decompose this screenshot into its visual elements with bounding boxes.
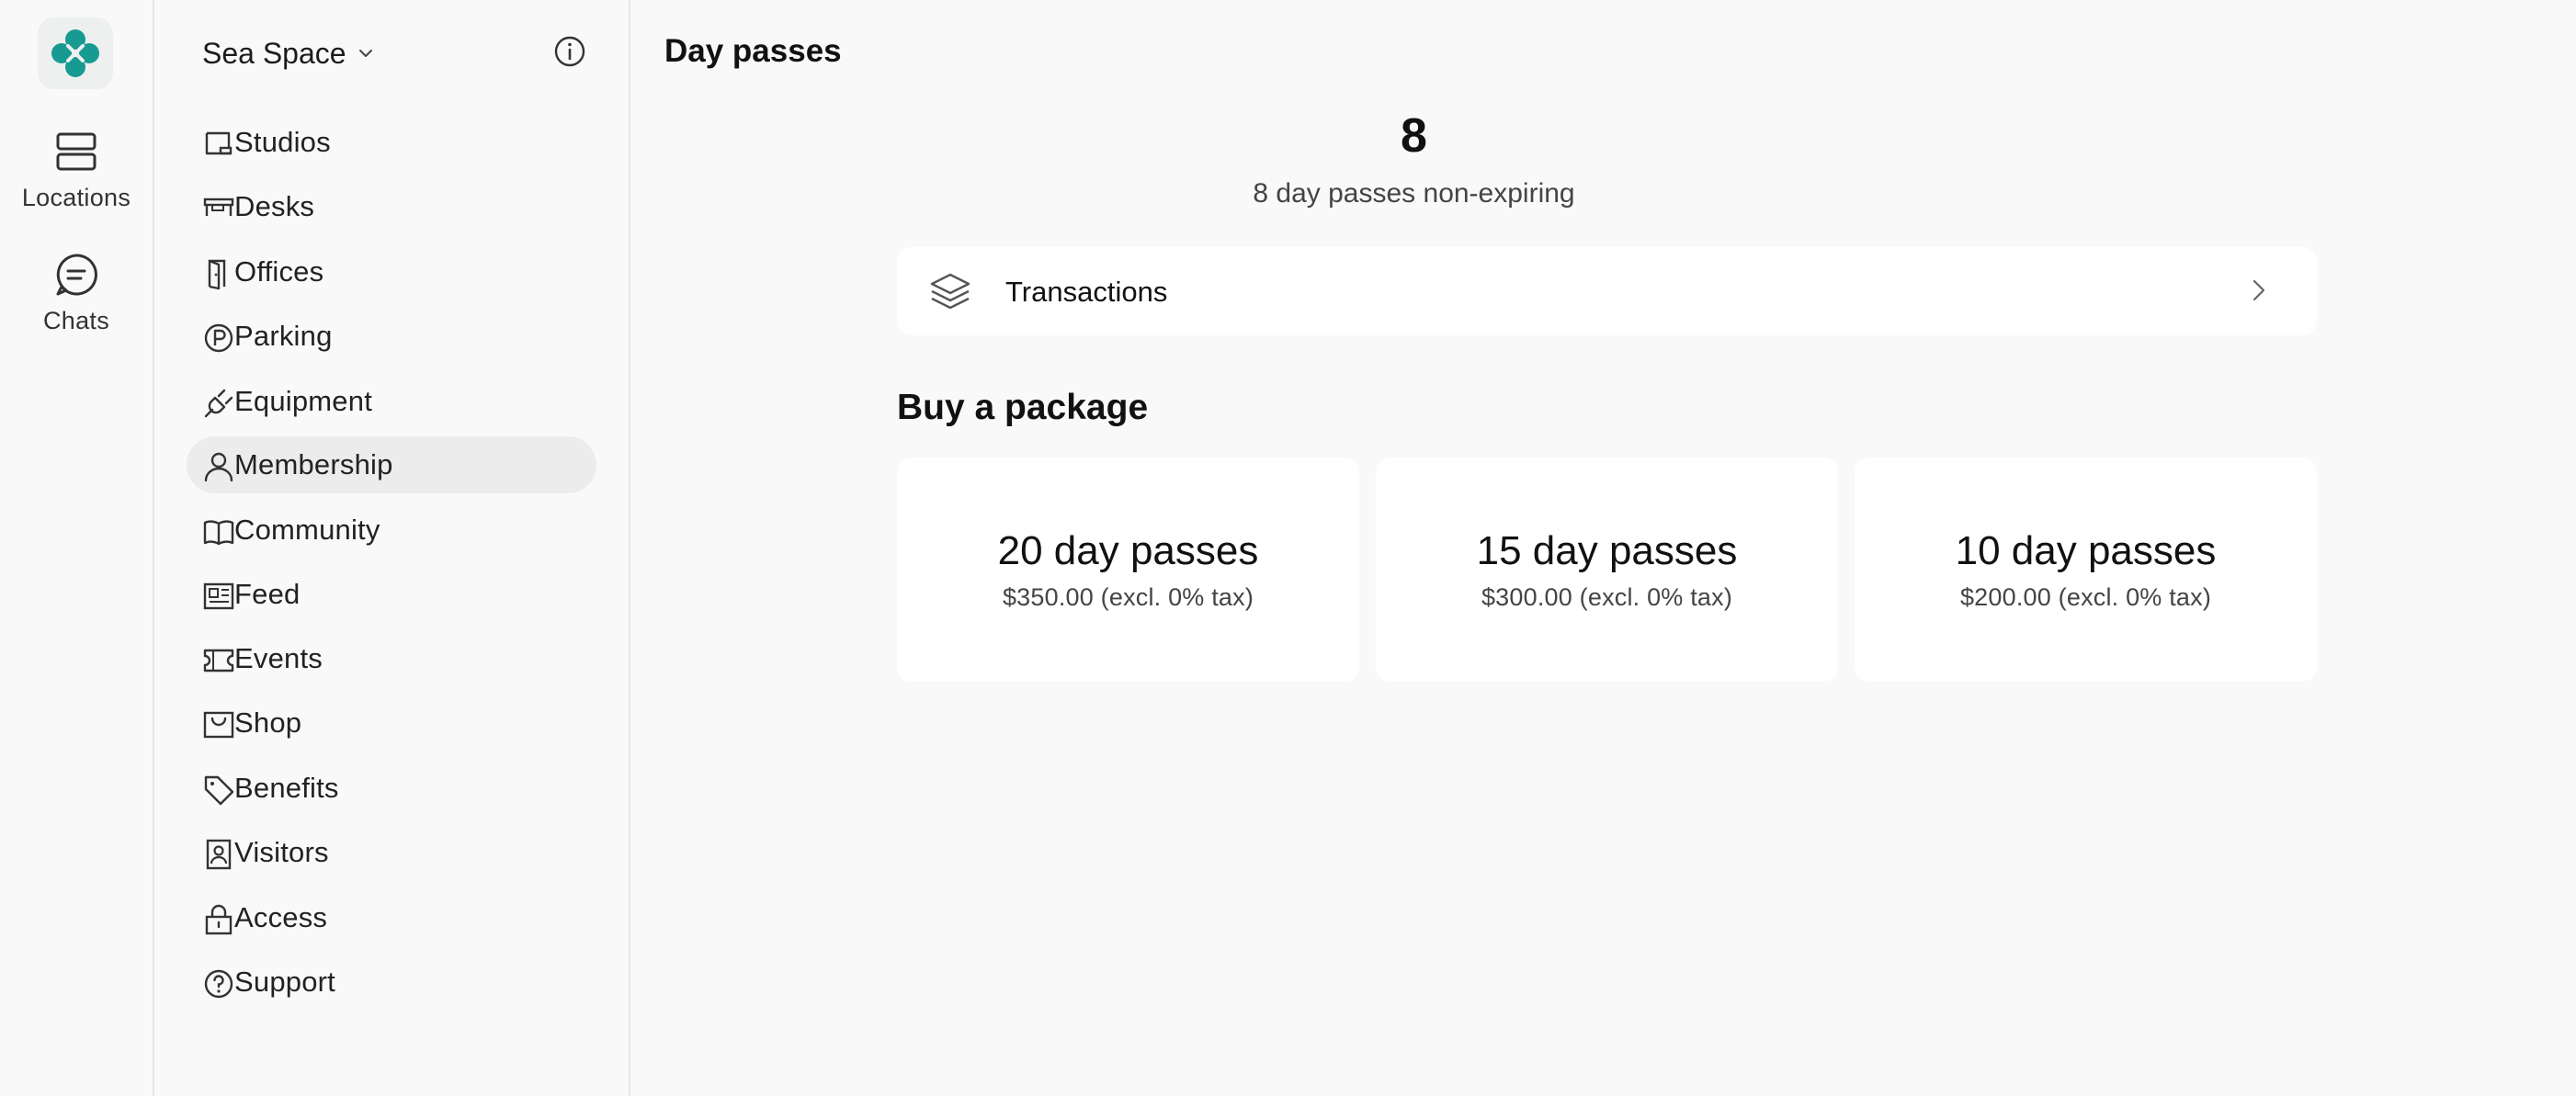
lock-icon [205,904,233,935]
pass-balance-count: 8 [1401,109,1427,163]
person-icon [204,452,233,482]
door-icon [208,259,226,290]
parking-icon [204,323,233,353]
rail-item-chats[interactable]: Chats [0,252,153,335]
brand-logo-icon [51,29,99,77]
rail-item-locations[interactable]: Locations [0,129,153,212]
sidebar-item-support[interactable]: Support [187,954,596,1011]
sidebar-item-feed[interactable]: Feed [187,566,596,623]
sidebar-item-label: Feed [234,578,301,610]
package-card[interactable]: 20 day passes $350.00 (excl. 0% tax) [897,458,1359,682]
chat-icon [56,254,97,296]
space-switcher[interactable]: Sea Space [202,33,374,73]
sidebar-item-studios[interactable]: Studios [187,114,596,171]
sidebar-item-events[interactable]: Events [187,630,596,687]
sidebar-item-label: Equipment [234,385,373,417]
sidebar-item-visitors[interactable]: Visitors [187,824,596,881]
sidebar-item-label: Studios [234,126,331,158]
space-name: Sea Space [202,36,346,70]
ticket-icon [203,649,234,672]
brand-logo[interactable] [38,17,113,89]
sidebar-item-label: Membership [234,448,393,480]
sidebar-item-offices[interactable]: Offices [187,243,596,300]
app-window: Locations Chats Sea Space Studios Desks … [0,0,2576,1096]
sidebar-item-label: Benefits [234,772,339,804]
package-price: $350.00 (excl. 0% tax) [1002,582,1254,611]
sidebar-item-equipment[interactable]: Equipment [187,373,596,430]
sidebar-item-label: Support [234,966,335,998]
app-rail: Locations Chats [0,0,154,1096]
sidebar-item-label: Events [234,642,323,674]
sidebar-item-desks[interactable]: Desks [187,178,596,235]
rail-item-label: Locations [21,184,131,211]
package-price: $200.00 (excl. 0% tax) [1959,582,2212,611]
transactions-label: Transactions [1005,276,1168,308]
plug-icon [204,389,233,418]
sidebar-item-access[interactable]: Access [187,889,596,946]
sidebar-item-label: Desks [234,190,315,222]
package-name: 10 day passes [1955,527,2217,573]
section-title-buy-package: Buy a package [897,388,1149,427]
chevron-right-icon [2253,279,2265,301]
chevron-down-icon [358,50,372,57]
sidebar-item-label: Community [234,514,380,546]
sidebar-item-label: Offices [234,255,324,288]
package-name: 15 day passes [1476,527,1738,573]
package-card[interactable]: 10 day passes $200.00 (excl. 0% tax) [1855,458,2317,682]
sidebar-item-label: Visitors [234,836,329,868]
package-card[interactable]: 15 day passes $300.00 (excl. 0% tax) [1376,458,1838,682]
locations-icon [56,132,96,171]
help-icon [204,969,233,999]
sidebar-item-shop[interactable]: Shop [187,695,596,751]
sidebar-item-label: Access [234,901,328,933]
sidebar-item-community[interactable]: Community [187,502,596,559]
book-icon [203,520,234,546]
tag-icon [204,775,234,806]
sidebar-item-benefits[interactable]: Benefits [187,760,596,817]
package-name: 20 day passes [997,527,1259,573]
info-icon[interactable] [551,33,588,70]
page-title: Day passes [664,33,842,69]
layers-icon [930,273,970,310]
transactions-row[interactable]: Transactions [897,247,2317,335]
sidebar-item-label: Parking [234,320,333,352]
sidebar-item-label: Shop [234,706,302,739]
desk-icon [203,198,234,216]
sidebar-item-parking[interactable]: Parking [187,308,596,365]
package-price: $300.00 (excl. 0% tax) [1481,582,1733,611]
main-content: Day passes 8 8 day passes non-expiring T… [630,0,2576,1096]
rail-item-label: Chats [42,307,110,334]
pass-balance-subtitle: 8 day passes non-expiring [1253,178,1575,209]
sidebar: Sea Space Studios Desks Offices Parking … [154,0,630,1096]
newspaper-icon [203,582,234,610]
studio-icon [205,131,233,155]
badge-icon [206,839,232,870]
sidebar-item-membership[interactable]: Membership [187,436,596,493]
shop-icon [203,711,234,739]
